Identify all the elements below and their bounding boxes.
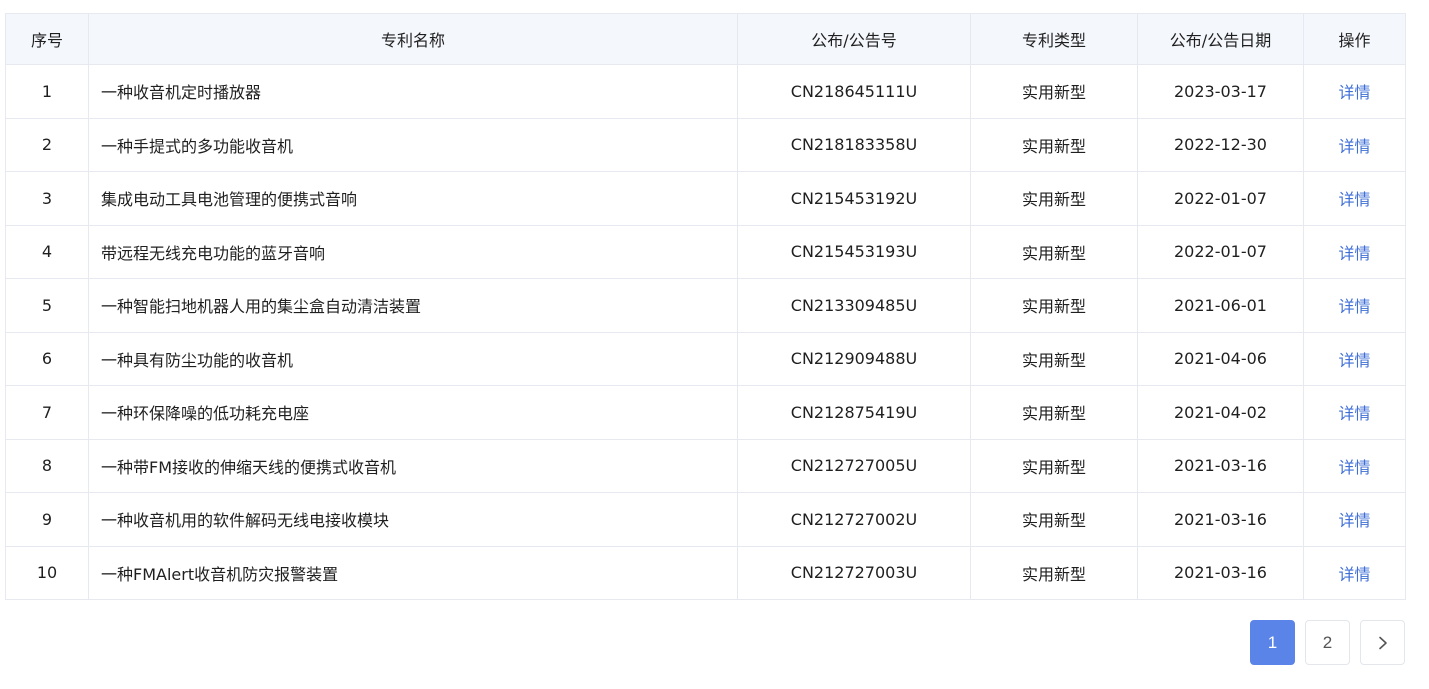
cell-patent-type: 实用新型 [970,438,1138,493]
cell-pub-no: CN215453192U [737,171,971,226]
cell-action: 详情 [1303,117,1406,172]
table-row: 3 集成电动工具电池管理的便携式音响 CN215453192U 实用新型 202… [5,171,1406,226]
cell-patent-name: 一种带FM接收的伸缩天线的便携式收音机 [88,438,738,493]
cell-index: 2 [5,117,89,172]
cell-action: 详情 [1303,385,1406,440]
page-button-1[interactable]: 1 [1250,620,1295,665]
detail-link[interactable]: 详情 [1338,190,1370,209]
cell-patent-type: 实用新型 [970,545,1138,600]
cell-index: 7 [5,385,89,440]
cell-patent-type: 实用新型 [970,331,1138,386]
cell-patent-type: 实用新型 [970,171,1138,226]
cell-action: 详情 [1303,545,1406,600]
cell-pub-date: 2022-01-07 [1137,171,1304,226]
detail-link[interactable]: 详情 [1338,297,1370,316]
cell-pub-no: CN218183358U [737,117,971,172]
cell-pub-date: 2021-06-01 [1137,278,1304,333]
cell-pub-date: 2021-04-02 [1137,385,1304,440]
cell-action: 详情 [1303,171,1406,226]
cell-patent-type: 实用新型 [970,278,1138,333]
cell-patent-name: 一种收音机定时播放器 [88,64,738,119]
cell-patent-type: 实用新型 [970,117,1138,172]
next-page-button[interactable] [1360,620,1405,665]
cell-patent-name: 集成电动工具电池管理的便携式音响 [88,171,738,226]
table-row: 1 一种收音机定时播放器 CN218645111U 实用新型 2023-03-1… [5,64,1406,119]
detail-link[interactable]: 详情 [1338,83,1370,102]
cell-action: 详情 [1303,64,1406,119]
cell-pub-date: 2021-03-16 [1137,438,1304,493]
cell-patent-type: 实用新型 [970,492,1138,547]
cell-index: 9 [5,492,89,547]
column-header-type: 专利类型 [970,13,1138,65]
detail-link[interactable]: 详情 [1338,511,1370,530]
chevron-right-icon [1378,636,1388,650]
cell-pub-no: CN218645111U [737,64,971,119]
cell-index: 8 [5,438,89,493]
cell-action: 详情 [1303,224,1406,279]
cell-index: 5 [5,278,89,333]
detail-link[interactable]: 详情 [1338,244,1370,263]
cell-pub-date: 2023-03-17 [1137,64,1304,119]
cell-pub-no: CN212909488U [737,331,971,386]
column-header-index: 序号 [5,13,89,65]
cell-index: 3 [5,171,89,226]
column-header-action: 操作 [1303,13,1406,65]
table-row: 4 带远程无线充电功能的蓝牙音响 CN215453193U 实用新型 2022-… [5,224,1406,279]
cell-patent-name: 一种收音机用的软件解码无线电接收模块 [88,492,738,547]
cell-patent-name: 一种智能扫地机器人用的集尘盒自动清洁装置 [88,278,738,333]
header-row: 序号 专利名称 公布/公告号 专利类型 公布/公告日期 操作 [5,13,1406,65]
table-row: 7 一种环保降噪的低功耗充电座 CN212875419U 实用新型 2021-0… [5,385,1406,440]
cell-patent-name: 一种具有防尘功能的收音机 [88,331,738,386]
cell-patent-name: 一种FMAlert收音机防灾报警装置 [88,545,738,600]
detail-link[interactable]: 详情 [1338,565,1370,584]
table-row: 8 一种带FM接收的伸缩天线的便携式收音机 CN212727005U 实用新型 … [5,438,1406,493]
cell-index: 1 [5,64,89,119]
detail-link[interactable]: 详情 [1338,404,1370,423]
cell-pub-date: 2022-12-30 [1137,117,1304,172]
cell-pub-date: 2022-01-07 [1137,224,1304,279]
cell-index: 6 [5,331,89,386]
detail-link[interactable]: 详情 [1338,137,1370,156]
cell-pub-no: CN215453193U [737,224,971,279]
table-row: 6 一种具有防尘功能的收音机 CN212909488U 实用新型 2021-04… [5,331,1406,386]
cell-patent-name: 带远程无线充电功能的蓝牙音响 [88,224,738,279]
column-header-pub-no: 公布/公告号 [737,13,971,65]
column-header-name: 专利名称 [88,13,738,65]
table-row: 9 一种收音机用的软件解码无线电接收模块 CN212727002U 实用新型 2… [5,492,1406,547]
cell-patent-name: 一种环保降噪的低功耗充电座 [88,385,738,440]
cell-pub-no: CN212875419U [737,385,971,440]
cell-action: 详情 [1303,278,1406,333]
cell-pub-no: CN212727005U [737,438,971,493]
cell-patent-name: 一种手提式的多功能收音机 [88,117,738,172]
table-body: 1 一种收音机定时播放器 CN218645111U 实用新型 2023-03-1… [5,64,1406,600]
cell-pub-no: CN212727003U [737,545,971,600]
cell-action: 详情 [1303,438,1406,493]
page-button-2[interactable]: 2 [1305,620,1350,665]
cell-pub-date: 2021-04-06 [1137,331,1304,386]
cell-index: 10 [5,545,89,600]
table-row: 2 一种手提式的多功能收音机 CN218183358U 实用新型 2022-12… [5,117,1406,172]
patent-table: 序号 专利名称 公布/公告号 专利类型 公布/公告日期 操作 1 一种收音机定时… [5,13,1406,600]
table-row: 10 一种FMAlert收音机防灾报警装置 CN212727003U 实用新型 … [5,545,1406,600]
cell-action: 详情 [1303,331,1406,386]
cell-action: 详情 [1303,492,1406,547]
cell-index: 4 [5,224,89,279]
cell-pub-date: 2021-03-16 [1137,545,1304,600]
table-row: 5 一种智能扫地机器人用的集尘盒自动清洁装置 CN213309485U 实用新型… [5,278,1406,333]
detail-link[interactable]: 详情 [1338,351,1370,370]
pagination: 1 2 [1250,620,1405,665]
cell-pub-no: CN213309485U [737,278,971,333]
cell-pub-no: CN212727002U [737,492,971,547]
cell-pub-date: 2021-03-16 [1137,492,1304,547]
detail-link[interactable]: 详情 [1338,458,1370,477]
cell-patent-type: 实用新型 [970,385,1138,440]
cell-patent-type: 实用新型 [970,64,1138,119]
column-header-date: 公布/公告日期 [1137,13,1304,65]
table-header: 序号 专利名称 公布/公告号 专利类型 公布/公告日期 操作 [5,13,1406,65]
cell-patent-type: 实用新型 [970,224,1138,279]
